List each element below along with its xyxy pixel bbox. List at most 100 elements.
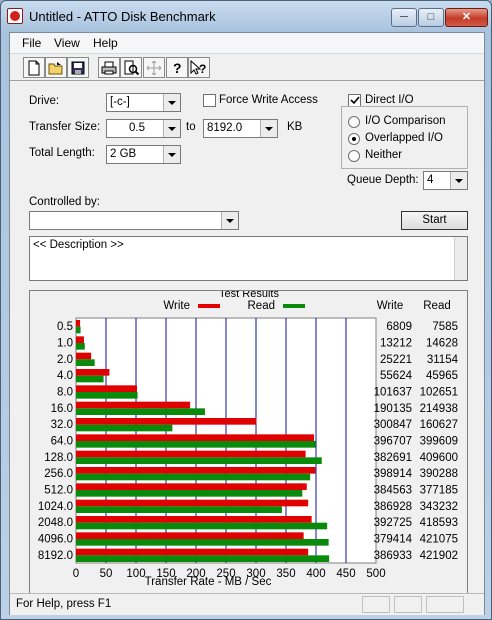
drive-value: [-c-]	[110, 96, 130, 108]
checkmark-icon	[350, 96, 360, 105]
radio-neither[interactable]	[348, 150, 360, 162]
read-bar	[76, 326, 81, 334]
chevron-down-icon	[163, 120, 180, 137]
write-value: 55624	[380, 370, 413, 382]
minimize-button[interactable]: ─	[391, 8, 417, 27]
read-bar	[76, 408, 205, 415]
x-tick-label: 400	[306, 568, 325, 580]
print-icon	[101, 61, 117, 74]
read-value: 377185	[420, 485, 458, 497]
svg-text:?: ?	[173, 60, 182, 76]
menu-help[interactable]: Help	[93, 36, 118, 50]
read-value: 421075	[420, 534, 458, 546]
write-value: 398914	[374, 468, 413, 480]
description-field[interactable]: << Description >>	[29, 236, 468, 281]
write-bar	[76, 532, 304, 539]
title-bar[interactable]: Untitled - ATTO Disk Benchmark ─ □ ✕	[1, 1, 491, 31]
help-button[interactable]: ?	[166, 57, 188, 78]
menu-file[interactable]: File	[22, 36, 41, 50]
x-tick-label: 500	[366, 568, 385, 580]
save-button[interactable]	[67, 57, 89, 78]
group-title: Test Results	[219, 291, 279, 300]
read-bar	[76, 555, 330, 562]
transfer-size-label: Transfer Size:	[29, 121, 101, 133]
open-button[interactable]	[45, 57, 67, 78]
x-tick-label: 350	[276, 568, 295, 580]
controlled-by-label: Controlled by:	[29, 196, 100, 208]
write-value: 386933	[374, 550, 412, 562]
total-length-select[interactable]: 2 GB	[106, 145, 181, 164]
move-button[interactable]	[143, 57, 165, 78]
write-bar	[76, 516, 312, 523]
write-column-header: Write	[377, 300, 404, 312]
write-value: 382691	[374, 452, 412, 464]
x-tick-label: 50	[100, 568, 113, 580]
close-button[interactable]: ✕	[445, 8, 488, 27]
chevron-down-icon	[163, 94, 180, 111]
radio-io-comparison[interactable]	[348, 116, 360, 128]
radio-overlapped-io[interactable]	[348, 133, 360, 145]
write-bar	[76, 320, 81, 327]
open-icon	[48, 61, 63, 74]
category-label: 32.0	[51, 419, 73, 431]
start-button[interactable]: Start	[401, 211, 468, 230]
chevron-down-icon	[221, 212, 238, 229]
queue-depth-select[interactable]: 4	[423, 171, 468, 190]
description-scrollbar[interactable]	[454, 237, 467, 280]
transfer-from-value: 0.5	[129, 122, 145, 134]
svg-text:?: ?	[199, 62, 206, 76]
read-value: 31154	[427, 354, 459, 366]
category-label: 128.0	[44, 452, 73, 464]
read-value: 343232	[420, 501, 458, 513]
write-value: 379414	[374, 534, 413, 546]
print-button[interactable]	[98, 57, 120, 78]
transfer-to-select[interactable]: 8192.0	[203, 119, 278, 138]
maximize-button[interactable]: □	[418, 8, 444, 27]
direct-io-label: Direct I/O	[365, 94, 414, 106]
to-label: to	[186, 121, 196, 133]
queue-depth-value: 4	[427, 174, 434, 186]
write-bar	[76, 467, 316, 474]
print-preview-button[interactable]	[120, 57, 142, 78]
category-label: 0.5	[57, 321, 73, 333]
write-bar	[76, 548, 309, 556]
read-bar	[76, 441, 316, 448]
client-area: File View Help ? ? Drive: [-c-] Force Wr…	[9, 32, 485, 615]
transfer-from-select[interactable]: 0.5	[106, 119, 181, 138]
print-preview-icon	[124, 60, 139, 75]
status-text: For Help, press F1	[16, 598, 112, 610]
controlled-by-select[interactable]	[29, 211, 239, 230]
status-bar: For Help, press F1	[10, 593, 484, 615]
new-button[interactable]	[23, 57, 45, 78]
write-legend-swatch	[198, 304, 220, 308]
drive-select[interactable]: [-c-]	[106, 93, 181, 112]
write-value: 6809	[386, 321, 412, 333]
write-bar	[76, 418, 257, 425]
read-value: 102651	[420, 387, 458, 399]
category-label: 2.0	[57, 354, 73, 366]
category-label: 4.0	[57, 370, 73, 382]
menu-bar: File View Help	[10, 33, 484, 53]
x-tick-label: 0	[73, 568, 79, 580]
chevron-down-icon	[260, 120, 277, 137]
force-write-label: Force Write Access	[219, 94, 318, 106]
read-legend-label: Read	[248, 300, 276, 312]
read-value: 390288	[420, 468, 458, 480]
queue-depth-label: Queue Depth:	[347, 174, 419, 186]
force-write-checkbox[interactable]	[203, 94, 216, 107]
read-legend-swatch	[283, 304, 305, 308]
read-bar	[76, 473, 311, 481]
read-bar	[76, 539, 329, 546]
context-help-button[interactable]: ?	[188, 57, 210, 78]
read-value: 421902	[420, 550, 458, 562]
neither-label: Neither	[365, 149, 403, 161]
status-pane-2	[394, 596, 422, 613]
move-icon	[146, 60, 162, 75]
read-bar	[76, 375, 104, 383]
read-value: 409600	[420, 452, 458, 464]
read-value: 7585	[432, 321, 458, 333]
help-icon: ?	[173, 60, 182, 76]
read-value: 418593	[420, 517, 458, 529]
menu-view[interactable]: View	[54, 36, 80, 50]
category-label: 64.0	[51, 436, 73, 448]
